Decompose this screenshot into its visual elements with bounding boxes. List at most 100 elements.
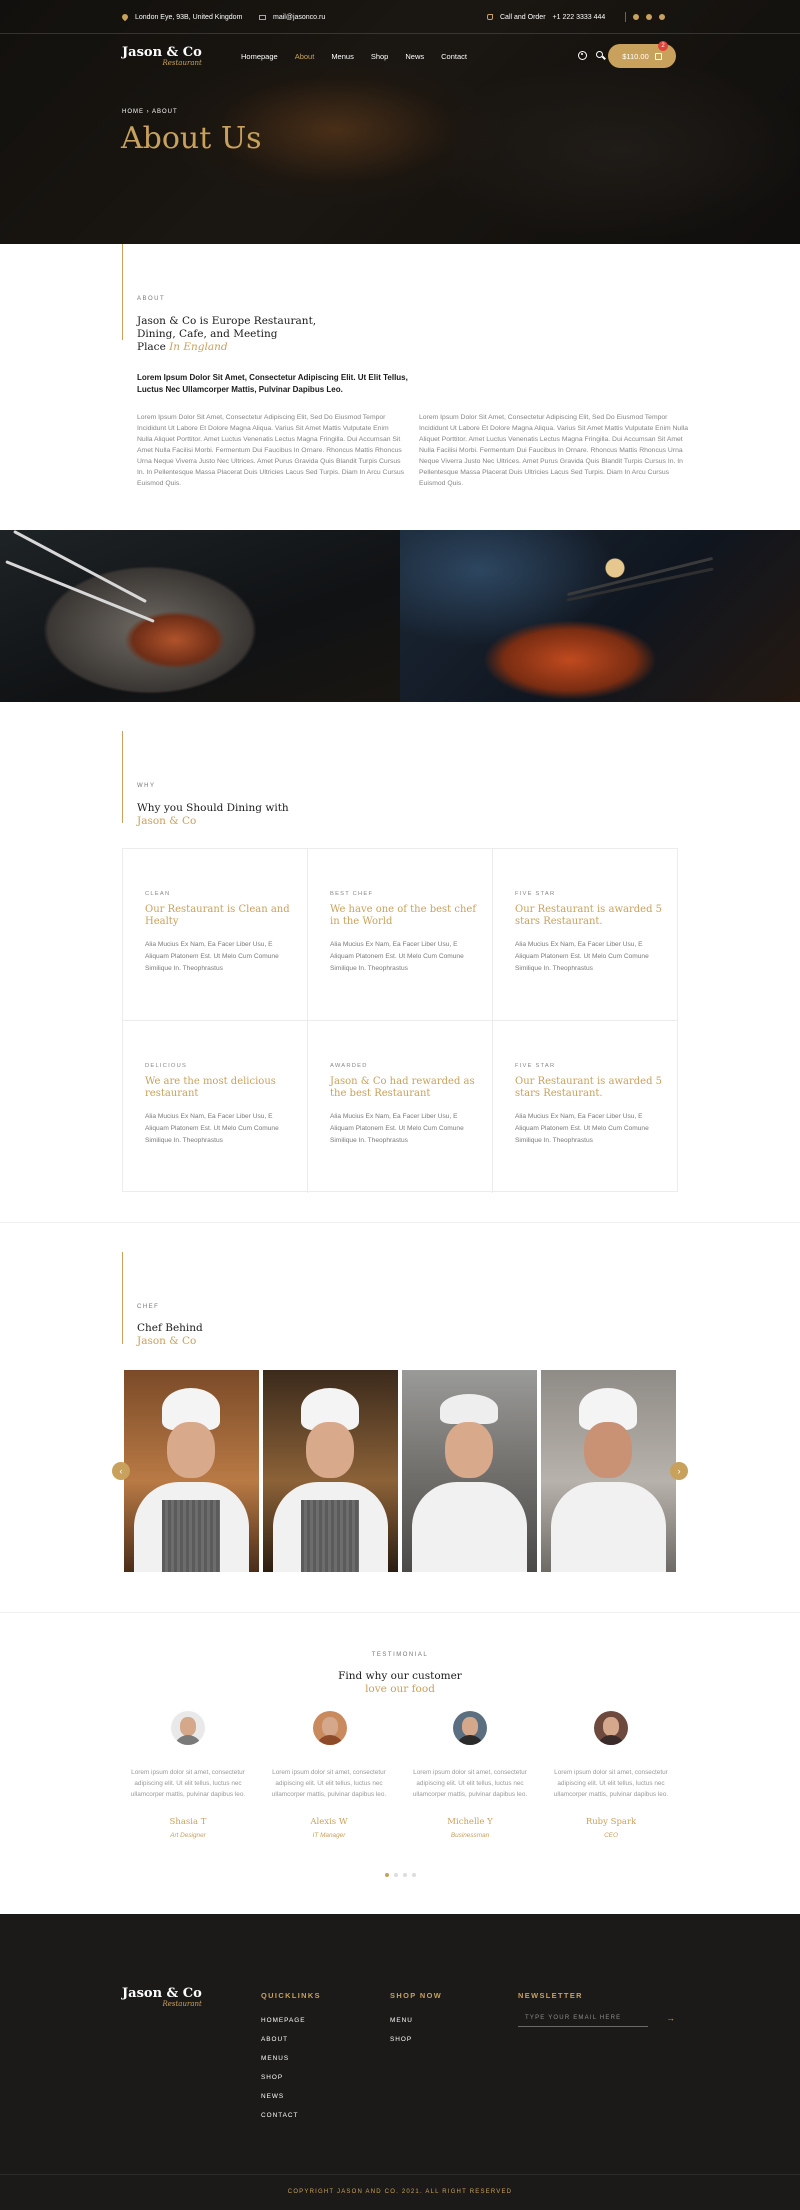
social-links <box>625 0 665 34</box>
main-nav: Homepage About Menus Shop News Contact <box>241 52 467 61</box>
feature-card: CLEAN Our Restaurant is Clean and Healty… <box>123 849 308 1021</box>
nav-contact[interactable]: Contact <box>441 52 467 61</box>
feature-desc: Alia Mucius Ex Nam, Ea Facer Liber Usu, … <box>330 941 464 972</box>
cooking-pan-photo <box>0 530 400 702</box>
email-text[interactable]: mail@jasonco.ru <box>273 14 325 21</box>
feature-desc: Alia Mucius Ex Nam, Ea Facer Liber Usu, … <box>330 1113 464 1144</box>
footer-link-shop[interactable]: SHOP <box>261 2074 283 2081</box>
nav-homepage[interactable]: Homepage <box>241 52 278 61</box>
noodle-bowl-photo <box>400 530 800 702</box>
testimonial-name: Alexis W <box>310 1817 348 1827</box>
testimonial-role: IT Manager <box>312 1832 346 1839</box>
footer-link-menu[interactable]: MENU <box>390 2017 413 2024</box>
features-grid: CLEAN Our Restaurant is Clean and Healty… <box>122 848 678 1193</box>
testimonial-name: Michelle Y <box>447 1817 493 1827</box>
why-title: Why you Should Dining with Jason & Co <box>137 802 397 828</box>
pagination-dot[interactable] <box>403 1873 407 1877</box>
address-item: London Eye, 93B, United Kingdom <box>120 0 243 34</box>
pagination-dot[interactable] <box>394 1873 398 1877</box>
feature-desc: Alia Mucius Ex Nam, Ea Facer Liber Usu, … <box>145 1113 279 1144</box>
chef-photo <box>263 1370 398 1572</box>
cart-button[interactable]: $110.00 2 <box>608 41 676 68</box>
pagination-dot-active[interactable] <box>385 1873 389 1877</box>
nav-about[interactable]: About <box>295 52 315 61</box>
feature-desc: Alia Mucius Ex Nam, Ea Facer Liber Usu, … <box>515 1113 649 1144</box>
avatar <box>313 1711 347 1745</box>
testimonial-role: Businessman <box>450 1832 490 1839</box>
footer-link-contact[interactable]: CONTACT <box>261 2112 298 2119</box>
feature-title: We are the most delicious restaurant <box>145 1076 276 1099</box>
top-bar: London Eye, 93B, United Kingdom mail@jas… <box>0 0 800 34</box>
page-title: About Us <box>121 121 262 156</box>
logo[interactable]: Jason & Co Restaurant <box>122 44 202 67</box>
breadcrumb-current: ABOUT <box>152 109 178 115</box>
search-icon[interactable] <box>596 51 603 58</box>
nav-news[interactable]: News <box>405 52 424 61</box>
phone-item[interactable]: Call and Order +1 222 3333 444 <box>487 0 605 34</box>
facebook-icon[interactable] <box>633 14 639 20</box>
about-title-accent: In England <box>169 341 228 353</box>
user-icon[interactable] <box>578 51 587 60</box>
avatar <box>453 1711 487 1745</box>
about-body-col2: Lorem Ipsum Dolor Sit Amet, Consectetur … <box>419 414 688 487</box>
email-item[interactable]: mail@jasonco.ru <box>259 0 325 34</box>
nav-shop[interactable]: Shop <box>371 52 389 61</box>
testimonial-quote: Lorem ipsum dolor sit amet, consectetur … <box>412 1769 528 1798</box>
chef-photo <box>124 1370 259 1572</box>
why-kicker: WHY <box>137 783 156 789</box>
testimonial-title: Find why our customer love our food <box>0 1670 800 1696</box>
breadcrumb-home[interactable]: HOME <box>122 109 144 115</box>
testimonial-name: Ruby Spark <box>585 1817 637 1827</box>
section-accent-line <box>122 244 123 340</box>
phone-icon <box>487 14 493 20</box>
about-lead: Lorem Ipsum Dolor Sit Amet, Consectetur … <box>137 373 408 394</box>
feature-card: DELICIOUS We are the most delicious rest… <box>123 1021 308 1193</box>
chef-title: Chef Behind Jason & Co <box>137 1322 337 1348</box>
nav-menus[interactable]: Menus <box>331 52 354 61</box>
cart-count-badge: 2 <box>658 41 668 51</box>
footer-logo-name: Jason & Co <box>122 1986 202 2001</box>
testimonial-quote: Lorem ipsum dolor sit amet, consectetur … <box>271 1769 387 1798</box>
feature-title: We have one of the best chef in the Worl… <box>330 904 477 927</box>
breadcrumb: HOME › ABOUT <box>122 109 178 115</box>
carousel-prev-button[interactable]: ‹ <box>112 1462 130 1480</box>
logo-name: Jason & Co <box>122 45 202 60</box>
pagination-dot[interactable] <box>412 1873 416 1877</box>
newsletter-email-input[interactable]: TYPE YOUR EMAIL HERE <box>518 2015 648 2027</box>
footer-link-news[interactable]: NEWS <box>261 2093 284 2100</box>
footer-link-homepage[interactable]: HOMEPAGE <box>261 2017 305 2024</box>
chef-title-accent: Jason & Co <box>137 1335 197 1347</box>
call-label: Call and Order <box>500 13 546 21</box>
footer <box>0 1914 800 2210</box>
feature-card: FIVE STAR Our Restaurant is awarded 5 st… <box>493 849 678 1021</box>
shop-now-heading: SHOP NOW <box>390 1991 443 2000</box>
footer-link-shop-now[interactable]: SHOP <box>390 2036 412 2043</box>
divider <box>0 1222 800 1223</box>
mail-icon <box>259 14 266 20</box>
feature-title: Our Restaurant is awarded 5 stars Restau… <box>515 1076 663 1099</box>
feature-desc: Alia Mucius Ex Nam, Ea Facer Liber Usu, … <box>145 941 279 972</box>
footer-link-about[interactable]: ABOUT <box>261 2036 288 2043</box>
logo-sub: Restaurant <box>162 59 202 67</box>
divider <box>0 1612 800 1613</box>
twitter-icon[interactable] <box>646 14 652 20</box>
phone-number[interactable]: +1 222 3333 444 <box>553 14 606 21</box>
testimonial-quote: Lorem ipsum dolor sit amet, consectetur … <box>553 1769 669 1798</box>
footer-link-menus[interactable]: MENUS <box>261 2055 289 2062</box>
address-text: London Eye, 93B, United Kingdom <box>135 13 243 21</box>
hero-banner: London Eye, 93B, United Kingdom mail@jas… <box>0 0 800 244</box>
feature-title: Our Restaurant is awarded 5 stars Restau… <box>515 904 663 927</box>
feature-title: Jason & Co had rewarded as the best Rest… <box>330 1076 475 1099</box>
footer-logo[interactable]: Jason & Co Restaurant <box>122 1985 202 2008</box>
avatar <box>594 1711 628 1745</box>
newsletter-submit-arrow-icon[interactable]: → <box>666 2013 675 2023</box>
feature-desc: Alia Mucius Ex Nam, Ea Facer Liber Usu, … <box>515 941 649 972</box>
carousel-next-button[interactable]: › <box>670 1462 688 1480</box>
feature-card: BEST CHEF We have one of the best chef i… <box>308 849 493 1021</box>
testimonial-name: Shasia T <box>169 1817 207 1827</box>
testimonial-title-accent: love our food <box>365 1683 435 1695</box>
youtube-icon[interactable] <box>659 14 665 20</box>
location-pin-icon <box>120 12 130 22</box>
chef-photo <box>541 1370 676 1572</box>
testimonial-kicker: TESTIMONIAL <box>371 1652 429 1658</box>
